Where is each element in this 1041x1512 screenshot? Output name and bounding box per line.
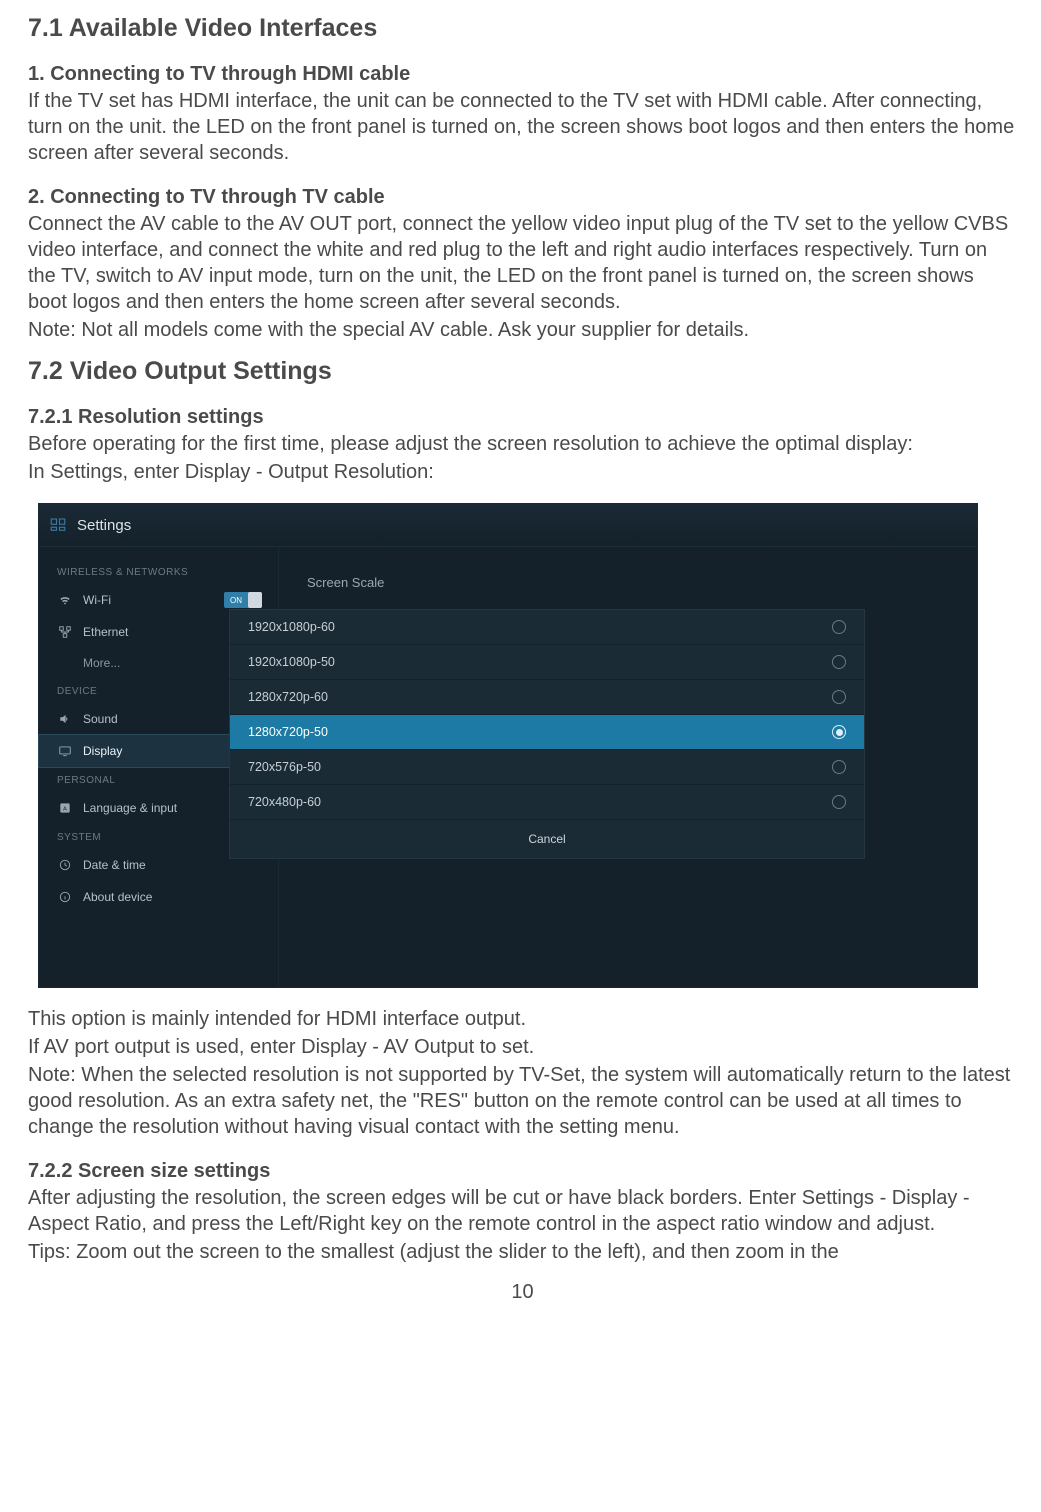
paragraph-screen-size: After adjusting the resolution, the scre… [28,1185,1017,1237]
sidebar-item-label: Ethernet [83,625,128,639]
clock-icon [57,857,73,873]
settings-screenshot: Settings WIRELESS & NETWORKS Wi-Fi ON Et… [38,503,978,988]
resolution-option-label: 1280x720p-50 [248,725,328,739]
settings-icon [47,514,69,536]
resolution-option-label: 720x576p-50 [248,760,321,774]
page-number: 10 [28,1281,1017,1304]
sidebar-item-label: Wi-Fi [83,593,111,607]
subheading-screen-size: 7.2.2 Screen size settings [28,1160,1017,1183]
radio-icon [832,795,846,809]
sidebar-item-label: Date & time [83,858,146,872]
resolution-option-label: 1920x1080p-50 [248,655,335,669]
resolution-modal: 1920x1080p-60 1920x1080p-50 1280x720p-60… [229,609,865,859]
sidebar-heading-wireless: WIRELESS & NETWORKS [39,559,278,584]
paragraph-tv-cable: Connect the AV cable to the AV OUT port,… [28,211,1017,315]
resolution-option[interactable]: 1280x720p-50 [230,714,864,749]
paragraph-resolution-2: In Settings, enter Display - Output Reso… [28,459,1017,485]
wifi-icon [57,592,73,608]
radio-icon [832,655,846,669]
sidebar-item-label: Sound [83,712,118,726]
subheading-resolution: 7.2.1 Resolution settings [28,406,1017,429]
resolution-option-label: 1920x1080p-60 [248,620,335,634]
sidebar-item-label: About device [83,890,152,904]
cancel-button[interactable]: Cancel [230,819,864,858]
paragraph-hdmi: If the TV set has HDMI interface, the un… [28,88,1017,166]
resolution-option[interactable]: 720x480p-60 [230,784,864,819]
paragraph-after-shot-3: Note: When the selected resolution is no… [28,1062,1017,1140]
sidebar-item-about[interactable]: About device [39,881,278,913]
section-heading-7-1: 7.1 Available Video Interfaces [28,14,1017,43]
option-screen-scale[interactable]: Screen Scale [279,565,977,600]
resolution-option[interactable]: 720x576p-50 [230,749,864,784]
radio-icon [832,690,846,704]
sidebar-item-label: Display [83,744,122,758]
ethernet-icon [57,624,73,640]
paragraph-tips: Tips: Zoom out the screen to the smalles… [28,1239,1017,1265]
sidebar-item-label: More... [83,656,120,670]
paragraph-resolution-1: Before operating for the first time, ple… [28,431,1017,457]
info-icon [57,889,73,905]
settings-header: Settings [39,504,977,547]
sound-icon [57,711,73,727]
sidebar-item-label: Language & input [83,801,177,815]
settings-title: Settings [77,517,131,534]
paragraph-after-shot-2: If AV port output is used, enter Display… [28,1034,1017,1060]
resolution-option[interactable]: 1280x720p-60 [230,679,864,714]
radio-icon [832,760,846,774]
svg-text:A: A [63,806,67,812]
language-icon: A [57,800,73,816]
paragraph-after-shot-1: This option is mainly intended for HDMI … [28,1006,1017,1032]
section-heading-7-2: 7.2 Video Output Settings [28,357,1017,386]
radio-icon [832,620,846,634]
settings-content: Screen Scale HDMI 1920x1080p-60 1920x108… [279,547,977,987]
resolution-option[interactable]: 1920x1080p-60 [230,610,864,644]
resolution-option-label: 1280x720p-60 [248,690,328,704]
radio-icon [832,725,846,739]
subheading-hdmi: 1. Connecting to TV through HDMI cable [28,63,1017,86]
wifi-toggle[interactable]: ON [224,592,262,608]
note-av-cable: Note: Not all models come with the speci… [28,317,1017,343]
resolution-option-label: 720x480p-60 [248,795,321,809]
resolution-option[interactable]: 1920x1080p-50 [230,644,864,679]
display-icon [57,743,73,759]
subheading-tv-cable: 2. Connecting to TV through TV cable [28,186,1017,209]
